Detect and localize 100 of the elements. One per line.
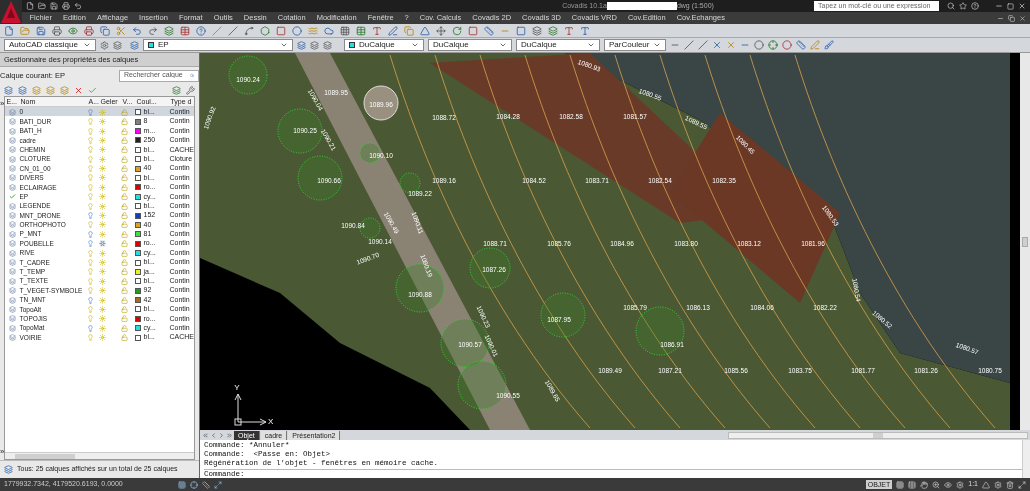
- polygon-icon[interactable]: [260, 25, 270, 36]
- line-icon[interactable]: [212, 25, 222, 36]
- padlock-icon[interactable]: [121, 183, 129, 191]
- folder-icon[interactable]: [38, 2, 46, 10]
- lightbulb-icon[interactable]: [87, 127, 95, 135]
- color-swatch[interactable]: [135, 315, 142, 322]
- pen-icon[interactable]: [810, 40, 820, 50]
- padlock-icon[interactable]: [121, 287, 129, 295]
- layers-icon[interactable]: [32, 85, 41, 95]
- hatch-icon[interactable]: [340, 25, 350, 36]
- layers-icon[interactable]: [130, 40, 139, 50]
- ruler-icon[interactable]: [796, 40, 806, 50]
- color-swatch[interactable]: [135, 240, 142, 247]
- sun-icon[interactable]: [99, 193, 107, 201]
- linetype-dropdown[interactable]: DuCalque: [428, 39, 512, 51]
- color-swatch[interactable]: [135, 128, 142, 135]
- next-icon[interactable]: [218, 431, 225, 439]
- lightbulb-icon[interactable]: [87, 277, 95, 285]
- text-icon[interactable]: [372, 25, 382, 36]
- polyline-icon[interactable]: [244, 25, 254, 36]
- move-icon[interactable]: [436, 25, 446, 36]
- padlock-icon[interactable]: [121, 305, 129, 313]
- printer-icon[interactable]: [52, 25, 62, 36]
- lightbulb-icon[interactable]: [87, 287, 95, 295]
- padlock-icon[interactable]: [121, 155, 129, 163]
- line-icon[interactable]: [228, 25, 238, 36]
- color-swatch[interactable]: [135, 250, 142, 257]
- rectangle-icon[interactable]: [516, 25, 526, 36]
- help-icon[interactable]: [196, 25, 206, 36]
- expand-toggle[interactable]: »: [0, 100, 5, 108]
- close-icon[interactable]: [1019, 14, 1026, 22]
- color-swatch[interactable]: [135, 259, 142, 266]
- layers-icon[interactable]: [46, 85, 55, 95]
- wrench-icon[interactable]: [186, 85, 195, 95]
- search-icon[interactable]: [947, 2, 955, 10]
- color-swatch[interactable]: [135, 221, 142, 228]
- maximize-icon[interactable]: [214, 480, 222, 489]
- sun-icon[interactable]: [99, 174, 107, 182]
- sun-icon[interactable]: [99, 305, 107, 313]
- scissors-icon[interactable]: [116, 25, 126, 36]
- undo-icon[interactable]: [74, 2, 82, 10]
- layers-icon[interactable]: [310, 40, 319, 50]
- brush-icon[interactable]: [824, 40, 834, 50]
- padlock-icon[interactable]: [121, 268, 129, 276]
- layers-icon[interactable]: [548, 25, 558, 36]
- color-swatch[interactable]: [135, 231, 142, 238]
- star-icon[interactable]: [959, 2, 967, 10]
- padlock-icon[interactable]: [121, 315, 129, 323]
- padlock-icon[interactable]: [121, 324, 129, 332]
- color-swatch[interactable]: [135, 212, 142, 219]
- layers-icon[interactable]: [532, 25, 542, 36]
- padlock-icon[interactable]: [121, 296, 129, 304]
- printer-icon[interactable]: [62, 2, 70, 10]
- lightbulb-icon[interactable]: [87, 324, 95, 332]
- new-file-icon[interactable]: [4, 25, 14, 36]
- padlock-icon[interactable]: [121, 259, 129, 266]
- sun-icon[interactable]: [99, 296, 107, 304]
- eye-icon[interactable]: [944, 480, 953, 489]
- sun-icon[interactable]: [99, 165, 107, 173]
- padlock-icon[interactable]: [121, 240, 129, 248]
- color-swatch[interactable]: [135, 306, 142, 313]
- text-icon[interactable]: [580, 25, 590, 36]
- lightbulb-icon[interactable]: [87, 183, 95, 191]
- padlock-icon[interactable]: [121, 202, 129, 210]
- sun-icon[interactable]: [99, 268, 107, 276]
- color-swatch[interactable]: [135, 297, 142, 304]
- settings-icon[interactable]: [100, 40, 109, 50]
- text-icon[interactable]: [564, 25, 574, 36]
- redo-icon[interactable]: [148, 25, 158, 36]
- padlock-icon[interactable]: [121, 212, 129, 220]
- restore-icon[interactable]: [1008, 14, 1015, 22]
- lightbulb-icon[interactable]: [87, 146, 95, 154]
- color-swatch[interactable]: [135, 146, 142, 153]
- sun-icon[interactable]: [99, 324, 107, 332]
- color-swatch[interactable]: [135, 193, 142, 200]
- lineweight-dropdown[interactable]: DuCalque: [516, 39, 600, 51]
- filter-icon[interactable]: [4, 465, 13, 474]
- padlock-icon[interactable]: [121, 127, 129, 135]
- rotate-icon[interactable]: [452, 25, 462, 36]
- lightbulb-icon[interactable]: [87, 165, 95, 173]
- padlock-icon[interactable]: [121, 221, 129, 229]
- horizontal-scrollbar[interactable]: [728, 431, 1028, 439]
- horizontal-scrollbar[interactable]: [5, 452, 194, 459]
- printer-icon[interactable]: [84, 25, 94, 36]
- delete-icon[interactable]: [74, 85, 83, 95]
- close-icon[interactable]: [1018, 2, 1026, 10]
- first-icon[interactable]: [202, 431, 209, 439]
- layers-icon[interactable]: [172, 85, 181, 95]
- color-swatch[interactable]: [135, 156, 142, 163]
- sun-icon[interactable]: [99, 315, 107, 323]
- snowflake-icon[interactable]: [99, 240, 107, 248]
- lightbulb-icon[interactable]: [87, 259, 95, 266]
- vertical-scrollbar[interactable]: [1022, 440, 1030, 478]
- color-swatch[interactable]: [135, 165, 142, 172]
- sun-icon[interactable]: [99, 334, 107, 342]
- copy-icon[interactable]: [100, 25, 110, 36]
- color-swatch[interactable]: [135, 118, 142, 125]
- app-logo-icon[interactable]: [0, 0, 22, 24]
- padlock-icon[interactable]: [121, 118, 129, 126]
- plot-style-dropdown[interactable]: ParCouleur: [604, 39, 666, 51]
